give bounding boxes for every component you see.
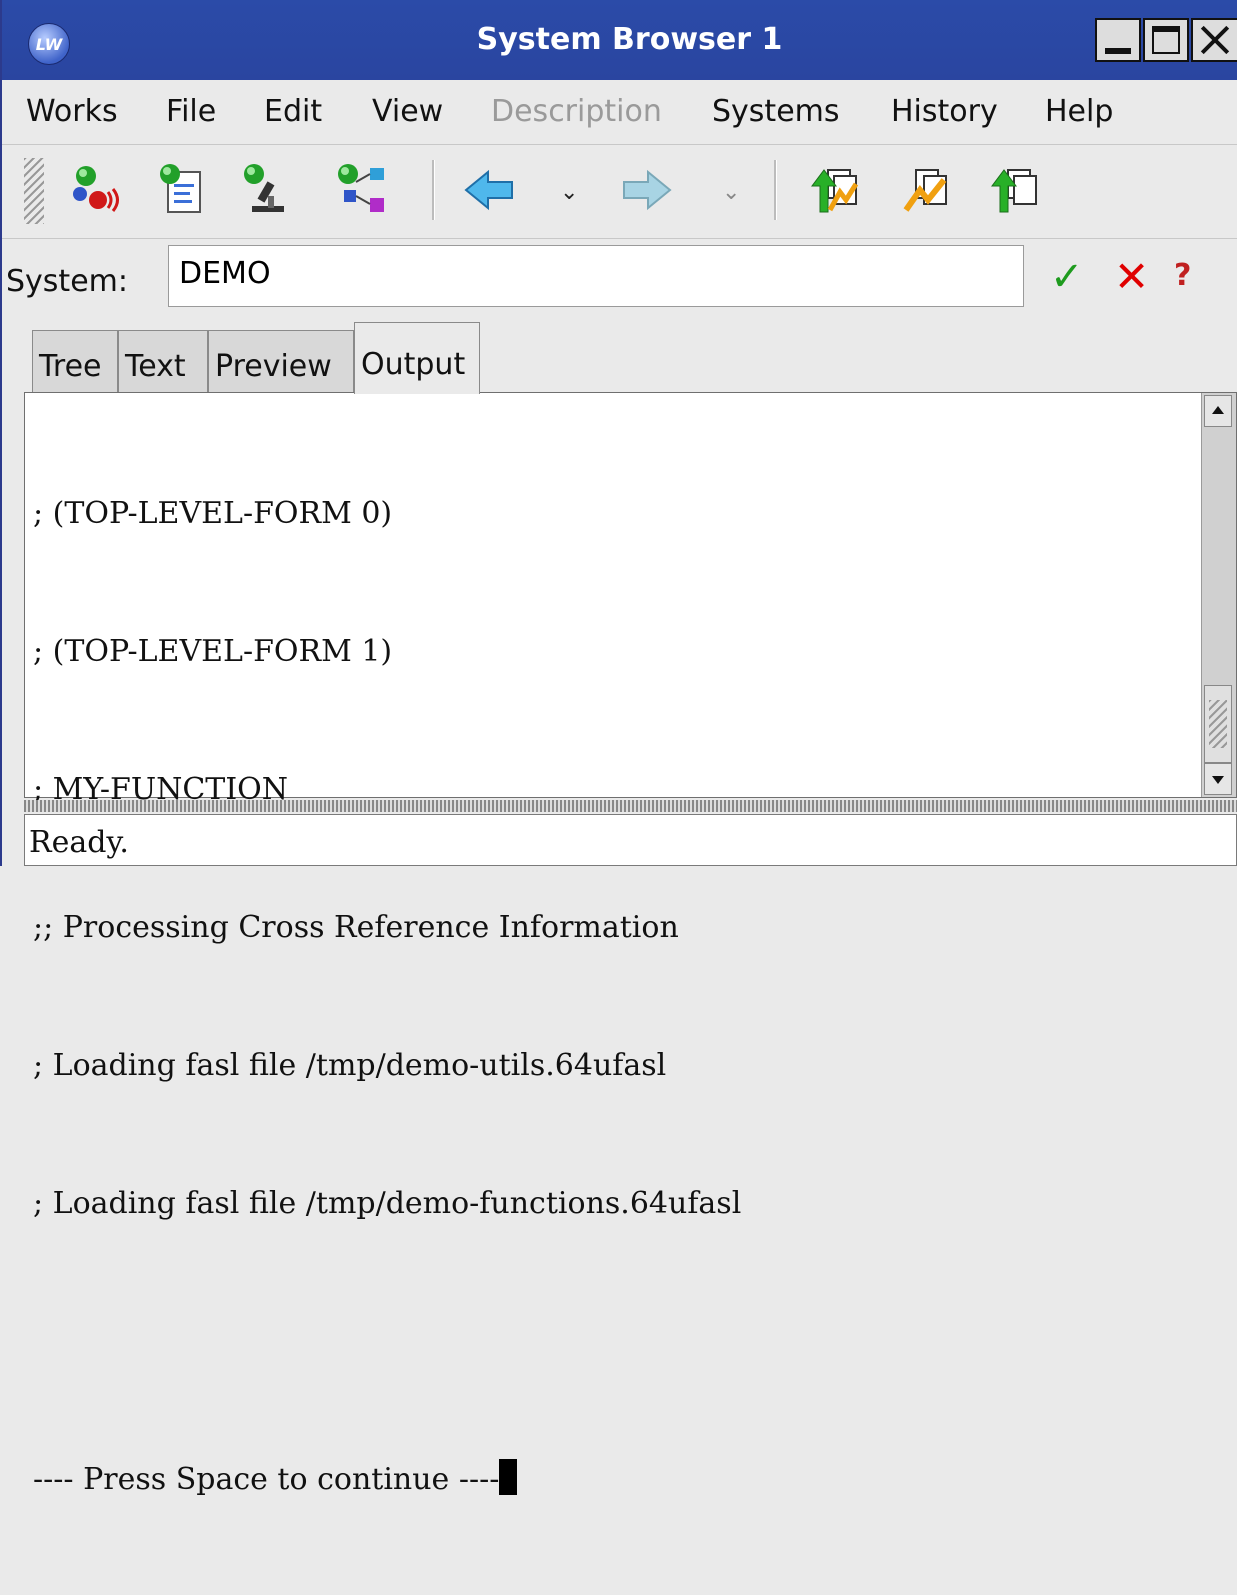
close-button[interactable] [1191, 18, 1237, 62]
maximize-button[interactable] [1143, 18, 1189, 62]
output-line: ; (TOP-LEVEL-FORM 1) [33, 634, 393, 669]
compile-icon[interactable] [898, 162, 954, 218]
text-cursor [499, 1459, 518, 1495]
scroll-thumb[interactable] [1204, 685, 1232, 763]
output-prompt-line: ---- Press Space to continue ---- [33, 1457, 1193, 1503]
back-history-dropdown[interactable]: ⌄ [560, 180, 578, 205]
confirm-check-icon[interactable]: ✓ [1050, 254, 1084, 300]
menu-help[interactable]: Help [1045, 94, 1113, 129]
menu-file[interactable]: File [166, 94, 216, 129]
minimize-button[interactable] [1095, 18, 1141, 62]
output-line: ;; Processing Cross Reference Informatio… [33, 910, 679, 945]
output-pane[interactable]: ; (TOP-LEVEL-FORM 0) ; (TOP-LEVEL-FORM 1… [24, 392, 1237, 1497]
output-text: ; (TOP-LEVEL-FORM 0) ; (TOP-LEVEL-FORM 1… [33, 399, 1193, 1595]
system-input[interactable]: DEMO [168, 245, 1024, 307]
toolbar-separator [432, 160, 435, 220]
vertical-scrollbar[interactable] [1201, 393, 1236, 797]
system-label: System: [6, 264, 128, 299]
help-question-icon[interactable]: ? [1174, 258, 1191, 293]
toolbar-separator [774, 160, 777, 220]
system-tree-icon[interactable] [334, 162, 390, 218]
tab-preview[interactable]: Preview [208, 330, 354, 392]
system-bar: System: DEMO ✓ ✕ ? [2, 238, 1237, 314]
menu-history[interactable]: History [891, 94, 998, 129]
forward-history-dropdown[interactable]: ⌄ [722, 180, 740, 205]
continue-prompt: ---- Press Space to continue ---- [33, 1462, 500, 1497]
output-line: ; Loading fasl file /tmp/demo-utils.64uf… [33, 1048, 667, 1083]
toolbar: ⌄ ⌄ [2, 144, 1237, 239]
compile-and-load-icon[interactable] [806, 162, 862, 218]
output-line: ; (TOP-LEVEL-FORM 0) [33, 496, 393, 531]
back-arrow-icon[interactable] [462, 162, 518, 218]
scroll-up-button[interactable] [1204, 395, 1232, 427]
system-browser-window: LW System Browser 1 Works File Edit View… [0, 0, 1237, 1497]
title-bar[interactable]: LW System Browser 1 [2, 0, 1237, 80]
edit-system-icon[interactable] [154, 162, 210, 218]
window-title: System Browser 1 [476, 22, 783, 57]
menu-view[interactable]: View [372, 94, 443, 129]
scroll-down-button[interactable] [1204, 763, 1232, 795]
menu-works[interactable]: Works [26, 94, 118, 129]
status-bar: Ready. [24, 814, 1237, 866]
tab-output[interactable]: Output [354, 322, 480, 394]
inspect-system-icon[interactable] [68, 162, 124, 218]
toolbar-grip[interactable] [24, 158, 44, 224]
tab-tree[interactable]: Tree [32, 330, 118, 392]
menu-systems[interactable]: Systems [712, 94, 840, 129]
cancel-x-icon[interactable]: ✕ [1114, 252, 1149, 301]
menu-edit[interactable]: Edit [264, 94, 322, 129]
tab-text[interactable]: Text [118, 330, 208, 392]
menu-description[interactable]: Description [491, 94, 662, 129]
menu-bar: Works File Edit View Description Systems… [2, 80, 1237, 145]
forward-arrow-icon[interactable] [618, 162, 674, 218]
output-line: ; Loading fasl file /tmp/demo-functions.… [33, 1186, 742, 1221]
pane-splitter[interactable] [24, 800, 1237, 812]
browse-system-icon[interactable] [238, 162, 294, 218]
status-text: Ready. [29, 825, 129, 860]
load-icon[interactable] [986, 162, 1042, 218]
